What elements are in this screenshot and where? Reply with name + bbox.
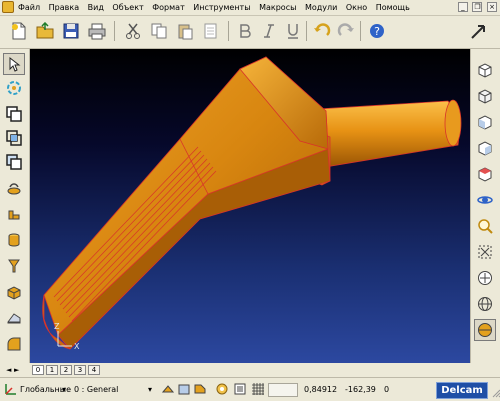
menu-edit[interactable]: Правка [49,2,79,13]
shade-box-icon[interactable] [474,59,496,81]
zoom-extents-icon[interactable] [474,241,496,263]
extrude-icon[interactable] [3,203,25,225]
axis-z-label: Z [54,322,60,331]
tab-prev-icon[interactable]: ◄ [6,365,11,375]
properties-icon[interactable] [232,381,248,397]
view-iso-icon[interactable] [474,85,496,107]
menu-window[interactable]: Окно [346,2,367,13]
cone-icon[interactable] [3,255,25,277]
menu-bar: Файл Правка Вид Объект Формат Инструмент… [0,0,500,16]
paste-icon[interactable] [174,20,196,42]
copy-icon[interactable] [148,20,170,42]
toolbar-separator [360,21,361,41]
save-icon[interactable] [60,20,82,42]
layer-tab[interactable]: 4 [88,365,100,375]
coordinate-x-value: 0,84912 [304,385,338,394]
part-model: Z X [42,56,462,351]
underline-text-icon[interactable] [282,20,304,42]
snap-box-icon[interactable] [176,381,192,397]
print-icon[interactable] [86,20,108,42]
zoom-realtime-icon[interactable] [474,215,496,237]
menu-file[interactable]: Файл [18,2,40,13]
layer-tab[interactable]: 0 [32,365,44,375]
menu-items: Файл Правка Вид Объект Формат Инструмент… [18,2,416,13]
shaft [317,100,460,168]
window-controls: _ ❐ × [456,2,497,12]
menu-view[interactable]: Вид [88,2,104,13]
snap-icon[interactable] [160,381,176,397]
minimize-button[interactable]: _ [457,2,468,12]
view-arrow-icon[interactable] [468,20,490,42]
snap-object-icon[interactable] [192,381,208,397]
delcam-logo: Delcam [436,382,488,399]
delete-icon[interactable] [200,20,222,42]
layer-tab-bar: ◄ ► 0 1 2 3 4 [0,363,500,378]
svg-text:?: ? [374,25,380,38]
italic-text-icon[interactable] [258,20,280,42]
select-arrow-icon[interactable] [3,53,25,75]
shaft-end-face [444,99,462,147]
menu-format[interactable]: Формат [152,2,184,13]
coordinate-z-value: 0 [384,385,390,394]
box-icon[interactable] [3,281,25,303]
menu-help[interactable]: Помощь [376,2,410,13]
view-top-icon[interactable] [474,163,496,185]
wedge-icon[interactable] [3,307,25,329]
shaded-icon[interactable] [474,319,496,341]
help-icon[interactable]: ? [366,20,388,42]
3d-viewport[interactable]: Z X [30,49,470,363]
menu-object[interactable]: Объект [112,2,143,13]
axis-x-label: X [74,342,80,351]
wireframe-icon[interactable] [474,293,496,315]
transform-icon[interactable] [3,77,25,99]
open-folder-icon[interactable] [34,20,56,42]
view-front-icon[interactable] [474,111,496,133]
bold-text-icon[interactable] [234,20,256,42]
right-toolbox [470,49,500,363]
menu-tools[interactable]: Инструменты [193,2,250,13]
boolean-intersect-icon[interactable] [3,127,25,149]
menu-macros[interactable]: Макросы [259,2,296,13]
pan-icon[interactable] [474,267,496,289]
chevron-down-icon[interactable]: ▾ [62,383,66,397]
layer-dropdown[interactable]: 0 : General [74,383,118,397]
cut-icon[interactable] [122,20,144,42]
redo-icon[interactable] [335,20,357,42]
restore-button[interactable]: ❐ [472,2,483,12]
toolbar-separator [114,21,115,41]
app-icon[interactable] [2,1,14,13]
sweep-icon[interactable] [3,177,25,199]
status-bar: Глобальные ▾ 0 : General ▾ 0,84912 -162,… [0,378,500,401]
boolean-subtract-icon[interactable] [3,151,25,173]
settings-icon[interactable] [214,381,230,397]
empty-field [268,383,298,397]
toolbar-separator [306,21,307,41]
coordinate-y-value: -162,39 [345,385,376,394]
cylinder-icon[interactable] [3,229,25,251]
chevron-down-icon[interactable]: ▾ [148,383,152,397]
layer-tab[interactable]: 1 [46,365,58,375]
fillet-icon[interactable] [3,333,25,355]
layer-tab[interactable]: 3 [74,365,86,375]
close-button[interactable]: × [487,2,497,12]
new-document-icon[interactable] [8,20,30,42]
left-toolbox [0,49,30,363]
undo-icon[interactable] [311,20,333,42]
menu-modules[interactable]: Модули [305,2,337,13]
orbit-icon[interactable] [474,189,496,211]
boolean-union-icon[interactable] [3,103,25,125]
coordinate-system-icon [2,381,18,397]
tab-next-icon[interactable]: ► [14,365,19,375]
view-right-icon[interactable] [474,137,496,159]
toolbar-separator [228,21,229,41]
layer-tab[interactable]: 2 [60,365,72,375]
grid-icon[interactable] [250,381,266,397]
main-toolbar: ? [0,16,500,49]
resize-grip-icon[interactable] [488,383,500,399]
